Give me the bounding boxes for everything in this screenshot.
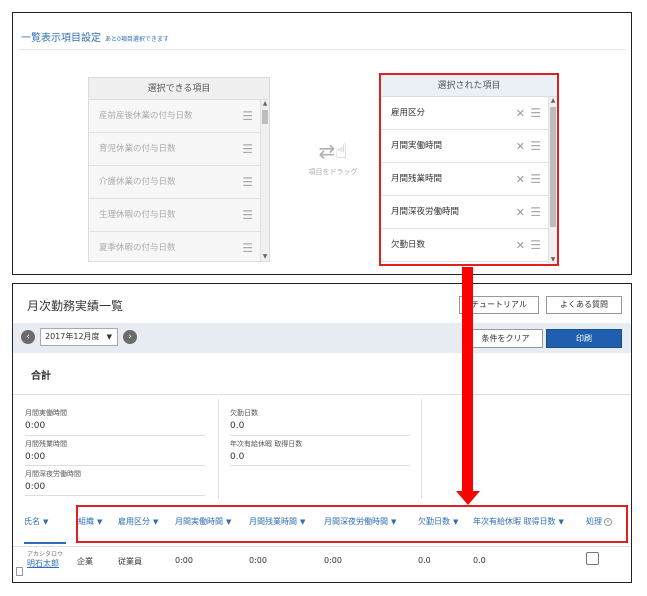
divider	[13, 394, 631, 395]
column-header-name[interactable]: 氏名 ▼	[24, 516, 48, 527]
close-icon[interactable]: ✕	[516, 130, 525, 163]
chevron-right-icon[interactable]: ›	[123, 330, 137, 344]
scroll-down-icon[interactable]: ▼	[549, 256, 557, 264]
available-list-header: 選択できる項目	[89, 78, 269, 100]
cell-overtime: 0:00	[249, 556, 267, 565]
document-icon	[16, 567, 23, 576]
drag-handle-icon[interactable]: ☰	[242, 166, 253, 199]
stat-monthly-work: 月間実働時間 0:00	[25, 409, 67, 431]
close-icon[interactable]: ✕	[516, 229, 525, 262]
divider	[230, 435, 410, 436]
divider	[421, 399, 422, 499]
cell-paid-leave: 0.0	[473, 556, 486, 565]
scroll-up-icon[interactable]: ▲	[549, 97, 557, 105]
divider	[13, 546, 631, 547]
available-item[interactable]: 産前産後休業の付与日数 ☰	[89, 100, 269, 133]
page-title: 月次勤務実績一覧	[27, 299, 124, 313]
settings-title: 一覧表示項目設定 あと0項目選択できます	[21, 33, 169, 44]
sort-indicator	[24, 542, 66, 544]
drag-handle-icon[interactable]: ☰	[242, 232, 253, 261]
close-icon[interactable]: ✕	[516, 163, 525, 196]
annotation-arrow	[462, 267, 473, 492]
cell-work: 0:00	[175, 556, 193, 565]
annotation-arrow-head	[456, 491, 480, 505]
highlight-box	[76, 505, 628, 543]
drag-handle-icon[interactable]: ☰	[530, 229, 541, 262]
month-select[interactable]: 2017年12月度 ▼	[40, 328, 118, 346]
selected-list-scrollbar[interactable]: ▲ ▼	[548, 97, 557, 264]
scroll-down-icon[interactable]: ▼	[261, 253, 269, 261]
selected-item[interactable]: 月間実働時間 ✕ ☰	[381, 130, 557, 163]
cell-absence: 0.0	[418, 556, 431, 565]
scroll-thumb[interactable]	[550, 107, 556, 227]
divider	[18, 49, 626, 50]
drag-handle-icon[interactable]: ☰	[530, 130, 541, 163]
caret-down-icon: ▼	[43, 518, 49, 526]
hand-drag-icon: ⇄☝	[318, 139, 348, 163]
chevron-left-icon[interactable]: ‹	[21, 330, 35, 344]
drag-hint: ⇄☝ 項目をドラッグ	[303, 141, 363, 177]
print-button[interactable]: 印刷	[546, 329, 622, 348]
cell-night: 0:00	[324, 556, 342, 565]
selected-item[interactable]: 雇用区分 ✕ ☰	[381, 97, 557, 130]
drag-handle-icon[interactable]: ☰	[242, 100, 253, 133]
divider	[230, 465, 410, 466]
scroll-thumb[interactable]	[262, 110, 268, 124]
selected-item[interactable]: 月間深夜労働時間 ✕ ☰	[381, 196, 557, 229]
column-settings-panel: 一覧表示項目設定 あと0項目選択できます 選択できる項目 産前産後休業の付与日数 ☰…	[12, 12, 632, 275]
divider	[218, 399, 219, 499]
stat-paid-leave: 年次有給休暇 取得日数 0.0	[230, 440, 303, 462]
stat-absence: 欠勤日数 0.0	[230, 409, 258, 431]
available-items-list: 選択できる項目 産前産後休業の付与日数 ☰ 育児休業の付与日数 ☰ 介護休業の付与日…	[88, 77, 270, 262]
available-item[interactable]: 介護休業の付与日数 ☰	[89, 166, 269, 199]
employee-kana: アカシタロウ	[27, 551, 64, 558]
available-item[interactable]: 夏季休暇の付与日数 ☰	[89, 232, 269, 261]
drag-handle-icon[interactable]: ☰	[242, 133, 253, 166]
clear-filters-button[interactable]: 条件をクリア	[468, 329, 543, 348]
scroll-up-icon[interactable]: ▲	[261, 100, 269, 108]
divider	[25, 435, 205, 436]
available-item[interactable]: 生理休暇の付与日数 ☰	[89, 199, 269, 232]
selected-item[interactable]: 月間残業時間 ✕ ☰	[381, 163, 557, 196]
selected-list-header: 選択された項目	[381, 75, 557, 97]
faq-button[interactable]: よくある質問	[546, 296, 622, 314]
row-checkbox[interactable]	[586, 552, 599, 565]
divider	[25, 465, 205, 466]
drag-handle-icon[interactable]: ☰	[242, 199, 253, 232]
total-heading: 合計	[31, 371, 51, 382]
employee-name-link[interactable]: 明石太郎	[27, 558, 59, 569]
available-list-scrollbar[interactable]: ▲ ▼	[260, 100, 269, 261]
close-icon[interactable]: ✕	[516, 97, 525, 130]
drag-handle-icon[interactable]: ☰	[530, 97, 541, 130]
cell-employment: 従業員	[118, 557, 142, 566]
close-icon[interactable]: ✕	[516, 196, 525, 229]
drag-handle-icon[interactable]: ☰	[530, 163, 541, 196]
drag-handle-icon[interactable]: ☰	[530, 196, 541, 229]
divider	[25, 495, 205, 496]
settings-subtitle: あと0項目選択できます	[105, 36, 169, 43]
stat-night: 月間深夜労働時間 0:00	[25, 470, 81, 492]
monthly-report-page: 月次勤務実績一覧 チュートリアル よくある質問 ‹ 2017年12月度 ▼ › 条…	[12, 283, 632, 583]
stat-overtime: 月間残業時間 0:00	[25, 440, 67, 462]
caret-down-icon: ▼	[106, 333, 112, 341]
available-item[interactable]: 育児休業の付与日数 ☰	[89, 133, 269, 166]
cell-dept: 企業	[77, 557, 93, 566]
selected-item[interactable]: 欠勤日数 ✕ ☰	[381, 229, 557, 262]
drag-label: 項目をドラッグ	[308, 168, 358, 176]
selected-items-list: 選択された項目 雇用区分 ✕ ☰ 月間実働時間 ✕ ☰ 月間残業時間 ✕ ☰ 月間深夜労働時…	[379, 73, 559, 266]
